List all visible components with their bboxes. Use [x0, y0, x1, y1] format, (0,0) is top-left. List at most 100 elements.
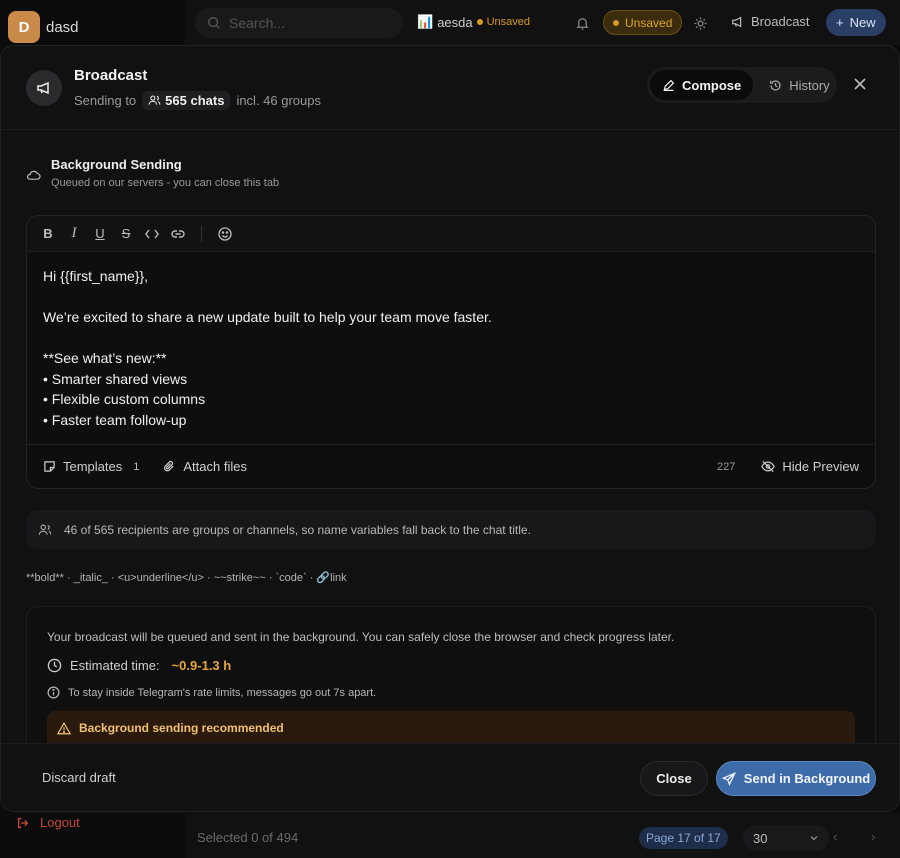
broadcast-button[interactable]: Broadcast [731, 14, 810, 29]
code-icon[interactable] [143, 225, 161, 243]
message-line: We’re excited to share a new update buil… [43, 309, 492, 325]
chats-chip[interactable]: 565 chats [142, 91, 231, 110]
broadcast-modal: Broadcast Sending to 565 chats incl. 46 … [0, 45, 900, 812]
queue-description: Your broadcast will be queued and sent i… [47, 630, 675, 644]
send-label: Send in Background [743, 771, 871, 786]
discard-draft-button[interactable]: Discard draft [42, 770, 116, 785]
message-line: **See what’s new:** [43, 350, 167, 366]
message-line-blank [43, 328, 859, 349]
file-name: aesda [437, 14, 473, 30]
selection-count: Selected 0 of 494 [197, 830, 299, 845]
message-line: • Smarter shared views [43, 370, 188, 387]
warning-icon [57, 721, 71, 735]
search-input[interactable]: Search... [195, 8, 403, 38]
page-indicator: Page 17 of 17 [639, 827, 728, 849]
top-bar: Search... 📊 aesda Unsaved Unsaved Broadc… [185, 0, 900, 45]
prev-page-button[interactable]: ‹ [833, 829, 837, 844]
file-status: Unsaved [486, 16, 531, 28]
bold-icon[interactable]: B [39, 225, 57, 243]
workspace-name: dasd [46, 18, 79, 36]
workspace-switcher[interactable]: D dasd [8, 11, 79, 43]
tab-history[interactable]: History [757, 70, 841, 100]
recipients-summary: Sending to 565 chats incl. 46 groups [74, 91, 321, 110]
templates-button[interactable]: Templates 1 [43, 459, 139, 474]
unsaved-dot [476, 19, 483, 25]
logout-button[interactable]: Logout [16, 815, 80, 830]
paperclip-icon [163, 460, 176, 473]
templates-count: 1 [133, 460, 140, 473]
chevron-down-icon [809, 833, 819, 843]
gear-icon[interactable] [689, 12, 711, 34]
message-textarea[interactable]: Hi {{first_name}}, We’re excited to shar… [27, 252, 875, 430]
message-line-blank [43, 287, 859, 308]
emoji-icon[interactable] [216, 225, 234, 243]
rate-limit-text: To stay inside Telegram's rate limits, m… [68, 686, 377, 699]
template-icon [43, 460, 56, 473]
send-in-background-button[interactable]: Send in Background [716, 761, 876, 796]
search-icon [207, 16, 221, 30]
recipients-notice: 46 of 565 recipients are groups or chann… [26, 510, 876, 549]
link-icon[interactable] [169, 225, 187, 243]
broadcast-label: Broadcast [751, 14, 810, 29]
mode-tabs: Compose History [647, 67, 837, 103]
attach-files-label: Attach files [183, 459, 247, 474]
workspace-avatar: D [8, 11, 40, 43]
users-icon [38, 523, 52, 536]
eye-off-icon [761, 460, 776, 473]
estimated-value: ~0.9-1.3 h [171, 658, 232, 673]
modal-title: Broadcast [74, 67, 148, 84]
tab-compose-label: Compose [682, 77, 742, 93]
bell-icon[interactable] [571, 12, 593, 34]
hide-preview-label: Hide Preview [782, 459, 859, 474]
message-line: • Faster team follow-up [43, 411, 187, 428]
cloud-icon [26, 168, 41, 189]
search-placeholder: Search... [229, 15, 286, 31]
logout-label: Logout [40, 815, 80, 830]
message-line: • Flexible custom columns [43, 391, 206, 407]
estimated-time: Estimated time: ~0.9-1.3 h [47, 658, 231, 673]
char-count: 227 [717, 460, 736, 473]
background-sending-title: Background Sending [51, 157, 182, 172]
next-page-button[interactable]: › [871, 829, 875, 844]
attach-files-button[interactable]: Attach files [163, 459, 247, 474]
modal-footer: Discard draft Close Send in Background [1, 743, 899, 811]
pencil-icon [662, 79, 675, 92]
chart-icon: 📊 [417, 14, 434, 29]
clock-icon [47, 658, 62, 673]
format-hint: **bold** · _italic_ · <u>underline</u> ·… [26, 572, 347, 584]
new-label: New [849, 15, 876, 30]
hide-preview-button[interactable]: Hide Preview [761, 459, 859, 474]
history-icon [769, 79, 782, 92]
per-page-select[interactable]: 30 [743, 825, 829, 851]
per-page-value: 30 [753, 830, 768, 846]
sending-to-label: Sending to [74, 93, 137, 108]
table-footer: Selected 0 of 494 Page 17 of 17 30 ‹ › [185, 813, 900, 858]
strikethrough-icon[interactable]: S [117, 225, 135, 243]
underline-icon[interactable]: U [91, 225, 109, 243]
close-icon[interactable] [850, 74, 870, 94]
plus-icon: + [836, 15, 844, 30]
info-icon [47, 686, 60, 699]
toolbar-divider [201, 225, 202, 242]
background-sending-banner: Background Sending Queued on our servers… [26, 157, 279, 189]
modal-header: Broadcast Sending to 565 chats incl. 46 … [1, 46, 899, 130]
italic-icon[interactable]: I [65, 225, 83, 243]
groups-note: incl. 46 groups [236, 93, 321, 108]
megaphone-icon [26, 70, 62, 106]
close-button[interactable]: Close [640, 761, 708, 796]
chats-count: 565 chats [165, 93, 225, 108]
file-indicator[interactable]: 📊 aesda Unsaved [417, 14, 530, 30]
editor-footer: Templates 1 Attach files 227 Hide Previe… [27, 444, 875, 488]
tab-history-label: History [789, 77, 830, 93]
send-icon [721, 771, 736, 786]
users-icon [148, 94, 161, 107]
unsaved-label: Unsaved [625, 15, 673, 30]
new-button[interactable]: + New [826, 9, 886, 36]
tab-compose[interactable]: Compose [650, 70, 754, 100]
megaphone-icon [731, 15, 745, 29]
background-sending-subtitle: Queued on our servers - you can close th… [51, 177, 280, 189]
message-line: Hi {{first_name}}, [43, 268, 149, 284]
rate-limit-note: To stay inside Telegram's rate limits, m… [47, 686, 376, 699]
estimated-label: Estimated time: [70, 658, 160, 673]
unsaved-badge[interactable]: Unsaved [603, 10, 683, 35]
